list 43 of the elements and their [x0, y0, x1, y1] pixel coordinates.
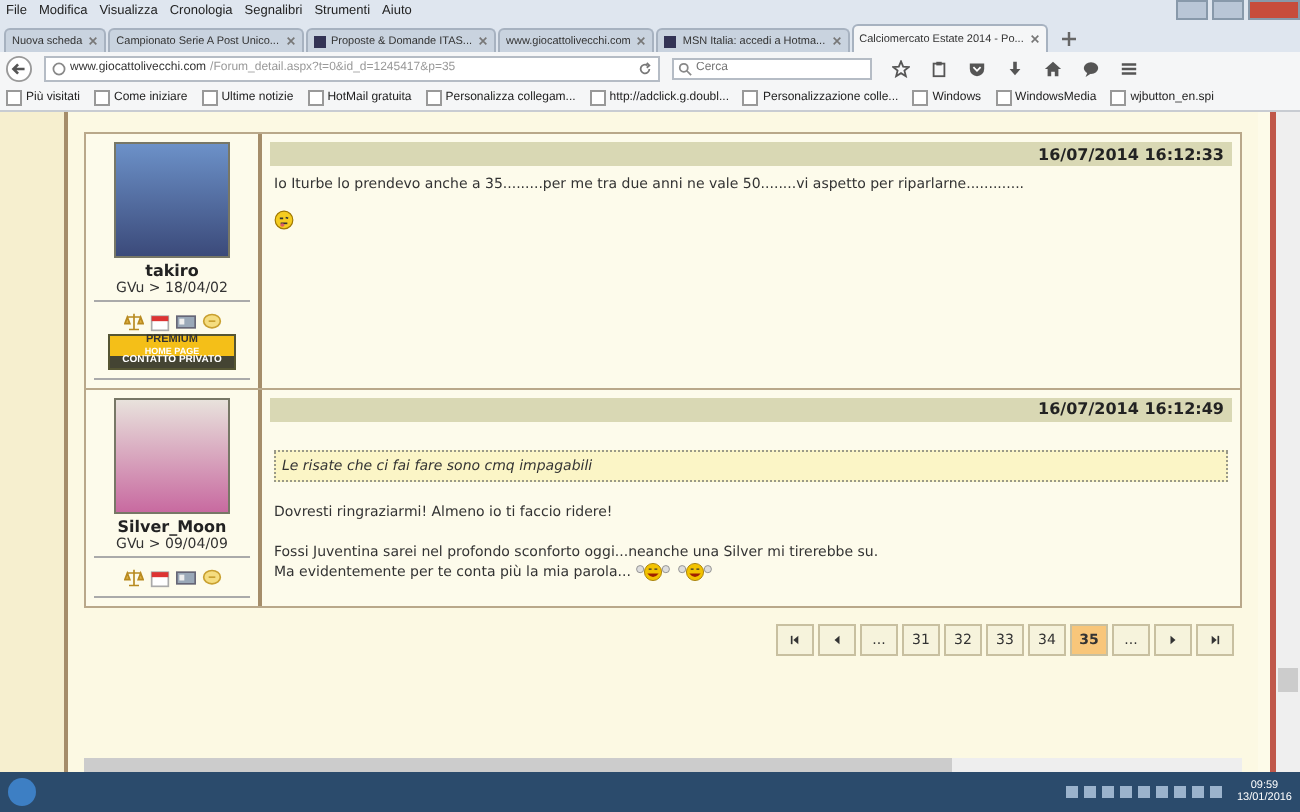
home-icon[interactable] — [1044, 59, 1062, 77]
id-card-icon[interactable] — [175, 312, 195, 332]
close-icon[interactable] — [478, 36, 489, 46]
star-icon[interactable] — [892, 59, 910, 77]
horizontal-scrollbar[interactable] — [84, 758, 1242, 772]
triangle-right-icon — [1168, 633, 1178, 646]
skip-start-icon — [790, 633, 800, 646]
scales-icon[interactable] — [123, 312, 143, 332]
pocket-icon[interactable] — [968, 59, 986, 77]
avatar-picture — [114, 142, 230, 258]
last-page-button[interactable] — [1196, 623, 1234, 656]
scales-icon[interactable] — [123, 567, 143, 588]
calendar-icon[interactable] — [149, 567, 169, 588]
id-card-icon[interactable] — [175, 567, 195, 588]
next-page-button[interactable] — [1154, 623, 1192, 656]
speech-bubble-icon[interactable] — [201, 312, 221, 332]
close-icon[interactable] — [285, 36, 295, 46]
reload-icon[interactable] — [638, 61, 652, 75]
laughing-emoticon — [634, 561, 673, 582]
first-page-button[interactable] — [776, 623, 814, 656]
laughing-emoticon — [676, 561, 715, 582]
triangle-left-icon — [832, 633, 842, 646]
close-icon[interactable] — [636, 36, 647, 46]
username[interactable]: Silver_Moon — [117, 517, 227, 536]
post-date: 16/07/2014 16:12:33 — [1038, 145, 1224, 163]
calendar-icon[interactable] — [149, 312, 169, 332]
speech-bubble-icon[interactable] — [201, 567, 221, 588]
post-date: 16/07/2014 16:12:49 — [1038, 400, 1224, 419]
vertical-scrollbar[interactable] — [1276, 112, 1300, 772]
close-icon[interactable] — [88, 36, 99, 46]
username[interactable]: takiro — [145, 262, 199, 280]
chat-icon[interactable] — [1082, 59, 1100, 77]
skip-end-icon — [1210, 633, 1220, 646]
smiley-icon — [274, 210, 294, 230]
avatar-picture — [114, 397, 230, 514]
menu-icon[interactable] — [1120, 59, 1138, 77]
close-icon[interactable] — [831, 36, 842, 46]
clipboard-icon[interactable] — [930, 59, 948, 77]
close-icon[interactable] — [1029, 34, 1040, 44]
start-button[interactable] — [8, 778, 36, 806]
previous-page-button[interactable] — [818, 623, 856, 656]
new-tab-icon[interactable] — [1061, 32, 1076, 46]
download-icon[interactable] — [1006, 59, 1024, 77]
